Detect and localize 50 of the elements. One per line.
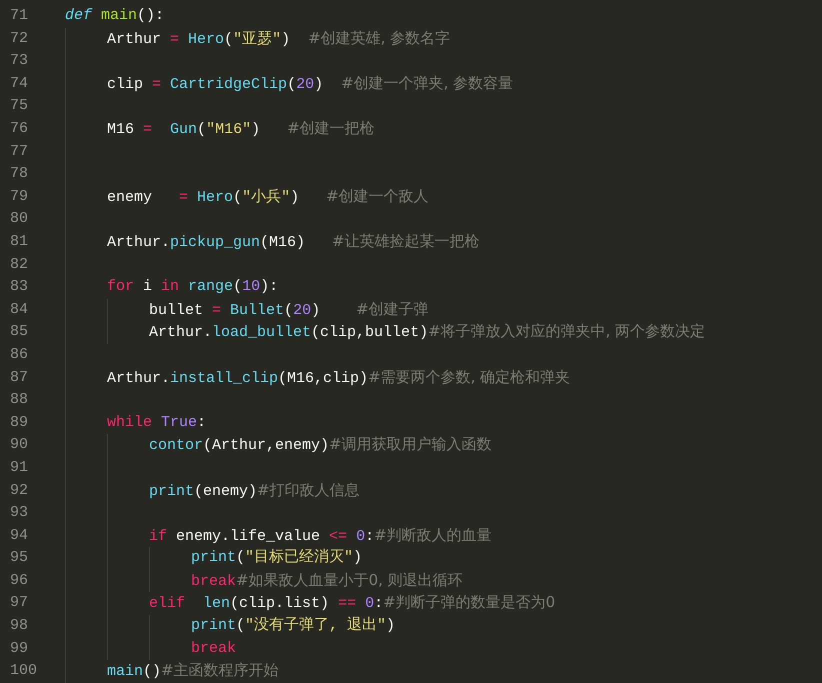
code-line: Arthur.pickup_gun(M16) #让英雄捡起某一把枪: [107, 230, 480, 253]
line-number: 98: [9, 616, 30, 636]
line-number: 76: [9, 119, 30, 140]
line-number: 72: [9, 28, 30, 49]
line-number: 77: [9, 142, 30, 162]
line-number: 78: [9, 164, 30, 184]
code-line: while True:: [107, 412, 206, 433]
code-line: if enemy.life_value <= 0:#判断敌人的血量: [149, 524, 492, 547]
line-number: 83: [9, 277, 30, 298]
code-line: Arthur = Hero("亚瑟") #创建英雄, 参数名字: [107, 28, 450, 50]
code-line: contor(Arthur,enemy)#调用获取用户输入函数: [149, 434, 492, 456]
code-line: clip = CartridgeClip(20) #创建一个弹夹, 参数容量: [107, 72, 514, 95]
line-number: 79: [9, 186, 30, 207]
line-number: 95: [9, 548, 30, 568]
line-number: 87: [9, 368, 30, 388]
line-number: 94: [9, 526, 30, 546]
code-line: M16 = Gun("M16") #创建一把枪: [107, 118, 375, 140]
line-number: 100: [9, 661, 38, 682]
line-number: 74: [9, 74, 30, 94]
line-number: 84: [9, 300, 30, 320]
line-number: 96: [9, 570, 30, 591]
code-line: print(enemy)#打印敌人信息: [149, 480, 360, 502]
line-number: 91: [9, 458, 30, 478]
code-line: main()#主函数程序开始: [107, 660, 279, 682]
line-number: 99: [9, 638, 30, 659]
line-number: 86: [9, 344, 30, 365]
line-number: 82: [9, 254, 30, 275]
code-line: Arthur.load_bullet(clip,bullet)#将子弹放入对应的弹夹中, 两个参数决定: [149, 321, 706, 344]
code-line: print("目标已经消灭"): [191, 548, 362, 568]
line-number: 73: [9, 51, 30, 72]
code-line: bullet = Bullet(20) #创建子弹: [149, 298, 429, 321]
line-number: 89: [9, 412, 30, 433]
code-line: def main():: [65, 6, 164, 26]
code-line: break: [191, 638, 236, 659]
code-line: elif len(clip.list) == 0:#判断子弹的数量是否为0: [149, 592, 556, 614]
code-line: for i in range(10):: [107, 277, 278, 298]
line-number: 92: [9, 480, 30, 501]
code-line: enemy = Hero("小兵") #创建一个敌人: [107, 186, 429, 208]
line-number: 90: [9, 435, 30, 456]
line-number: 81: [9, 232, 30, 252]
code-line: print("没有子弹了, 退出"): [191, 616, 396, 636]
line-number: 80: [9, 209, 30, 230]
code-line: break#如果敌人血量小于0, 则退出循环: [191, 570, 463, 592]
line-number: 85: [9, 322, 30, 342]
line-number: 88: [9, 390, 30, 410]
line-number: 75: [9, 96, 30, 116]
line-number: 93: [9, 503, 30, 524]
line-number: 97: [9, 593, 30, 614]
line-number: 71: [9, 6, 30, 26]
code-line: Arthur.install_clip(M16,clip)#需要两个参数, 确定枪和弹夹: [107, 366, 570, 389]
